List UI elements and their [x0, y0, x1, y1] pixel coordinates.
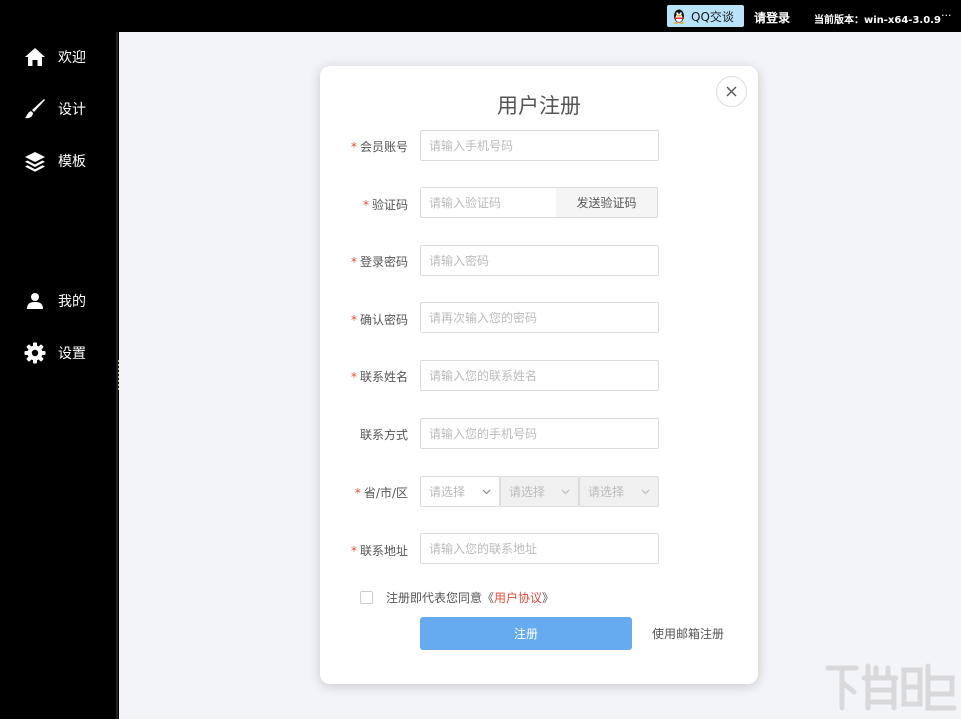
sidebar-item-settings[interactable]: 设置 — [24, 342, 86, 364]
sidebar-item-label: 欢迎 — [58, 50, 86, 66]
agree-prefix: 注册即代表您同意《 — [386, 591, 495, 605]
chevron-down-icon — [641, 489, 650, 495]
district-select[interactable]: 请选择 — [579, 476, 659, 507]
layers-icon — [24, 150, 46, 172]
gear-icon — [24, 342, 46, 364]
contact-name-label: * 联系姓名 — [328, 368, 408, 385]
account-label: * 会员账号 — [328, 138, 408, 155]
register-dialog: 用户注册 *会员账号 *验证码 发送验证码 *登录密码 *确认密码 *联系姓名 … — [320, 66, 758, 684]
required-mark: * — [354, 486, 361, 500]
district-select-value: 请选择 — [588, 485, 625, 499]
brush-icon — [24, 98, 46, 120]
required-mark: * — [350, 370, 357, 384]
code-label: * 验证码 — [328, 196, 408, 213]
home-icon — [24, 46, 46, 68]
qq-chat-label: QQ交谈 — [691, 9, 734, 24]
address-label-text: 联系地址 — [359, 544, 408, 558]
user-agreement-link[interactable]: 用户协议 — [494, 591, 542, 605]
send-code-button[interactable]: 发送验证码 — [556, 187, 658, 218]
user-icon — [24, 290, 46, 312]
register-button[interactable]: 注册 — [420, 617, 632, 650]
chevron-down-icon — [482, 489, 491, 495]
sidebar-item-mine[interactable]: 我的 — [24, 290, 86, 312]
region-label-text: 省/市/区 — [363, 486, 408, 500]
province-select[interactable]: 请选择 — [420, 476, 500, 507]
account-label-text: 会员账号 — [359, 140, 408, 154]
close-icon — [726, 86, 737, 97]
required-mark: * — [350, 140, 357, 154]
watermark-logo — [825, 663, 957, 711]
sidebar-item-label: 设计 — [58, 102, 86, 118]
password-label: * 登录密码 — [328, 253, 408, 270]
city-select-value: 请选择 — [509, 485, 546, 499]
required-mark: * — [350, 255, 357, 269]
province-select-value: 请选择 — [429, 485, 466, 499]
sidebar-item-label: 我的 — [58, 294, 86, 310]
address-label: * 联系地址 — [328, 542, 408, 559]
sidebar-item-welcome[interactable]: 欢迎 — [24, 46, 86, 68]
sidebar-item-label: 模板 — [58, 154, 86, 170]
sidebar-item-label: 设置 — [58, 346, 86, 362]
confirm-password-label: * 确认密码 — [328, 311, 408, 328]
contact-name-input[interactable] — [420, 360, 659, 391]
login-link[interactable]: 请登录 — [754, 9, 790, 26]
account-input[interactable] — [420, 130, 659, 161]
version-label: 当前版本：win-x64-3.0.9 — [814, 15, 941, 26]
sidebar-item-design[interactable]: 设计 — [24, 98, 86, 120]
required-mark: * — [362, 198, 369, 212]
contact-phone-label-text: 联系方式 — [359, 428, 408, 442]
top-bar: QQ交谈 请登录 当前版本：win-x64-3.0.9 ··· — [0, 0, 961, 32]
required-mark: * — [350, 544, 357, 558]
agree-text: 注册即代表您同意《用户协议》 — [386, 589, 554, 606]
region-label: * 省/市/区 — [328, 484, 408, 501]
chevron-down-icon — [561, 489, 570, 495]
email-register-link[interactable]: 使用邮箱注册 — [652, 625, 724, 642]
password-label-text: 登录密码 — [359, 255, 408, 269]
qq-chat-button[interactable]: QQ交谈 — [667, 5, 744, 27]
address-input[interactable] — [420, 533, 659, 564]
agree-checkbox[interactable] — [360, 591, 373, 604]
confirm-label-text: 确认密码 — [359, 313, 408, 327]
contact-phone-label: 联系方式 — [328, 426, 408, 443]
city-select[interactable]: 请选择 — [500, 476, 579, 507]
agree-suffix: 》 — [542, 591, 555, 605]
dialog-title: 用户注册 — [497, 94, 581, 118]
close-button[interactable] — [716, 76, 747, 107]
confirm-password-input[interactable] — [420, 302, 659, 333]
sidebar: 欢迎 设计 模板 我的 设置 — [0, 32, 116, 719]
contact-phone-input[interactable] — [420, 418, 659, 449]
sidebar-item-templates[interactable]: 模板 — [24, 150, 86, 172]
code-label-text: 验证码 — [371, 198, 408, 212]
more-menu-button[interactable]: ··· — [941, 9, 952, 22]
required-mark: * — [350, 313, 357, 327]
verification-code-input[interactable] — [420, 187, 557, 218]
password-input[interactable] — [420, 245, 659, 276]
contact-name-label-text: 联系姓名 — [359, 370, 408, 384]
qq-penguin-icon — [674, 9, 684, 24]
